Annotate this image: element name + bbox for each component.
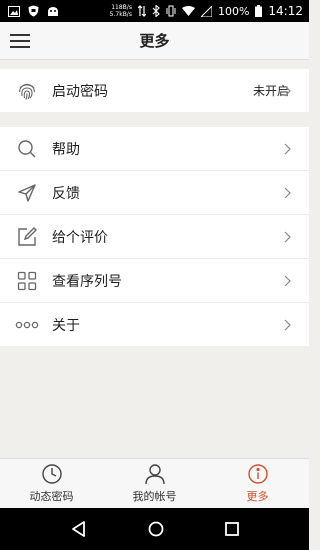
signal-icon: [200, 5, 212, 17]
tab-label: 我的帐号: [132, 490, 177, 503]
android-notification-icon: [48, 6, 58, 16]
chevron-right-icon: [284, 275, 291, 286]
rate-row[interactable]: 给个评价: [0, 215, 309, 258]
startup-password-label: 启动密码: [52, 83, 108, 100]
fingerprint-icon: [17, 81, 37, 101]
chevron-right-icon: [284, 231, 291, 242]
network-speed: 118B/s 5.7kB/s: [110, 4, 132, 18]
menu-section: 帮助 反馈 给个评价 查看序列号 关于: [0, 127, 309, 346]
home-icon[interactable]: [148, 521, 164, 537]
chevron-right-icon: [284, 85, 291, 96]
wifi-icon: [181, 6, 195, 16]
tab-my-account[interactable]: 我的帐号: [103, 459, 206, 508]
info-icon: [247, 464, 268, 484]
serial-number-row[interactable]: 查看序列号: [0, 259, 309, 302]
recents-icon[interactable]: [224, 522, 239, 536]
vibrate-icon: [166, 5, 176, 17]
about-label: 关于: [52, 317, 80, 334]
startup-password-row[interactable]: 启动密码 未开启: [0, 69, 309, 112]
about-row[interactable]: 关于: [0, 303, 309, 346]
battery-icon: [255, 5, 263, 17]
more-dots-icon: [15, 315, 39, 335]
chevron-right-icon: [284, 319, 291, 330]
chevron-right-icon: [284, 187, 291, 198]
serial-number-label: 查看序列号: [52, 273, 122, 290]
tab-label: 动态密码: [29, 490, 74, 503]
clock-time: 14:12: [268, 4, 303, 18]
tab-more[interactable]: 更多: [206, 459, 309, 508]
help-row[interactable]: 帮助: [0, 127, 309, 170]
net-speed-down: 5.7kB/s: [109, 11, 132, 18]
back-icon[interactable]: [71, 521, 87, 537]
bluetooth-icon: [152, 5, 160, 17]
image-notification-icon: [8, 5, 20, 17]
bottom-tab-bar: 动态密码 我的帐号 更多: [0, 458, 309, 508]
clock-icon: [41, 464, 62, 484]
chevron-right-icon: [284, 143, 291, 154]
system-nav-bar: [0, 508, 309, 550]
feedback-label: 反馈: [52, 185, 80, 202]
data-transfer-icon: [137, 5, 146, 17]
feedback-row[interactable]: 反馈: [0, 171, 309, 214]
tab-label: 更多: [246, 490, 269, 503]
app-header: 更多: [0, 22, 309, 60]
grid-icon: [17, 271, 37, 291]
edit-icon: [17, 226, 37, 247]
search-icon: [17, 139, 37, 159]
shield-notification-icon: [28, 5, 39, 17]
net-speed-up: 118B/s: [111, 4, 132, 11]
user-icon: [144, 464, 165, 485]
status-bar: 118B/s 5.7kB/s 100% 14:12: [0, 0, 309, 22]
help-label: 帮助: [52, 141, 80, 158]
rate-label: 给个评价: [52, 229, 108, 246]
battery-percent: 100%: [217, 4, 250, 18]
page-title: 更多: [139, 32, 170, 50]
send-icon: [17, 183, 37, 203]
security-section: 启动密码 未开启: [0, 69, 309, 112]
tab-dynamic-password[interactable]: 动态密码: [0, 459, 103, 508]
hamburger-menu-icon[interactable]: [10, 31, 32, 51]
